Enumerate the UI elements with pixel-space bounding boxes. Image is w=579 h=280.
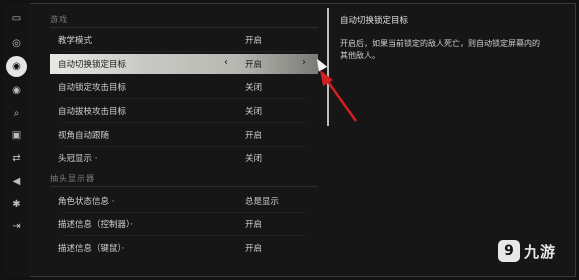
watermark-text: 九游 xyxy=(524,242,557,261)
watermark-logo: 9 九游 xyxy=(498,240,556,262)
annotation-arrow xyxy=(320,70,358,122)
annotation-arrow-head xyxy=(320,70,333,86)
watermark-mark: 9 xyxy=(498,240,520,262)
annotation-arrow-shaft xyxy=(324,78,358,122)
